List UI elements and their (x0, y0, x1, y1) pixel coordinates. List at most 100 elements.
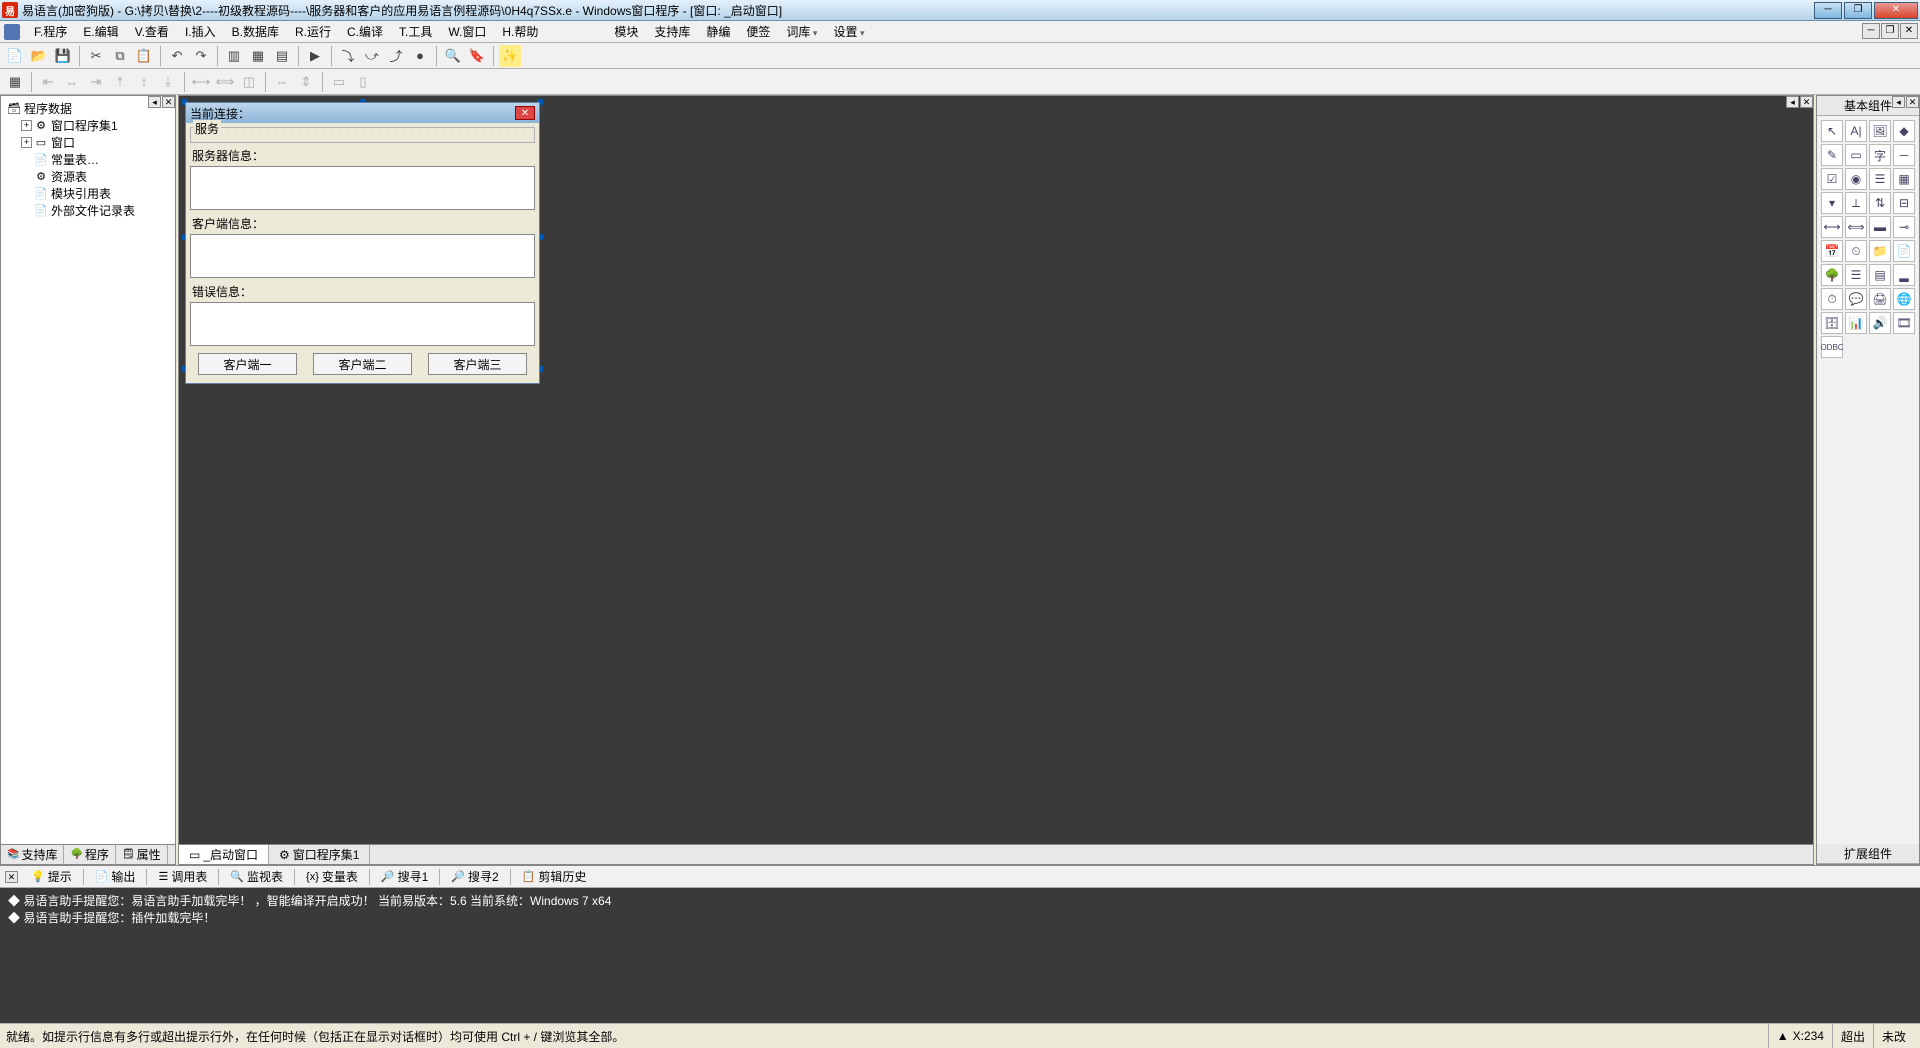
form-close-icon[interactable]: ✕ (515, 106, 535, 120)
breakpoint-icon[interactable]: ● (409, 45, 431, 67)
client3-button[interactable]: 客户端三 (428, 353, 527, 375)
layout3-icon[interactable]: ▤ (271, 45, 293, 67)
tab-properties[interactable]: 🗒属性 (116, 845, 168, 864)
panel-comp-icon[interactable]: ▭ (1845, 144, 1867, 166)
client1-button[interactable]: 客户端一 (198, 353, 297, 375)
cut-icon[interactable]: ✂ (85, 45, 107, 67)
combo-comp-icon[interactable]: ▾ (1821, 192, 1843, 214)
tab-hint[interactable]: 💡提示 (24, 865, 79, 888)
track-comp-icon[interactable]: ⊸ (1893, 216, 1915, 238)
file-comp-icon[interactable]: 📄 (1893, 240, 1915, 262)
find-icon[interactable]: 🔍 (442, 45, 464, 67)
pointer-icon[interactable]: ↖ (1821, 120, 1843, 142)
mdi-close-button[interactable]: ✕ (1900, 23, 1918, 39)
panel-float-icon[interactable]: ◂ (148, 96, 161, 108)
hspace-icon[interactable]: ⇔ (271, 71, 293, 93)
form-designer-canvas[interactable]: ◂ ✕ 当前连接： ✕ 服务 服务器信息： (178, 95, 1814, 845)
tab-cliphistory[interactable]: 📋剪辑历史 (515, 865, 594, 888)
tab-output[interactable]: 📄输出 (88, 865, 143, 888)
menu-dict[interactable]: 词库 (778, 21, 825, 42)
tab-vars[interactable]: {x}变量表 (299, 865, 365, 888)
status-comp-icon[interactable]: ▂ (1893, 264, 1915, 286)
maximize-button[interactable]: ❐ (1844, 2, 1872, 19)
bookmark-icon[interactable]: 🔖 (466, 45, 488, 67)
db-comp-icon[interactable]: 🗄 (1821, 312, 1843, 334)
tree-item[interactable]: 📄模块引用表 (3, 185, 173, 202)
mdi-minimize-button[interactable]: ─ (1862, 23, 1880, 39)
toolbar-comp-icon[interactable]: ▤ (1869, 264, 1891, 286)
form-title-bar[interactable]: 当前连接： ✕ (186, 103, 539, 123)
expand-icon[interactable]: + (21, 137, 32, 148)
sound-comp-icon[interactable]: 🔊 (1869, 312, 1891, 334)
center-h-icon[interactable]: ▭ (328, 71, 350, 93)
date-comp-icon[interactable]: 📅 (1821, 240, 1843, 262)
server-info-textbox[interactable] (190, 166, 535, 210)
print-comp-icon[interactable]: 🖨 (1869, 288, 1891, 310)
dialog-comp-icon[interactable]: 💬 (1845, 288, 1867, 310)
tree-item[interactable]: 📄外部文件记录表 (3, 202, 173, 219)
tree-comp-icon[interactable]: 🌳 (1821, 264, 1843, 286)
menu-help[interactable]: H.帮助 (494, 21, 546, 42)
slider-comp-icon[interactable]: ⟂ (1845, 192, 1867, 214)
menu-view[interactable]: V.查看 (127, 21, 177, 42)
run-icon[interactable]: ▶ (304, 45, 326, 67)
menu-portable[interactable]: 便签 (738, 21, 778, 42)
undo-icon[interactable]: ↶ (166, 45, 188, 67)
align-bottom-icon[interactable]: ⤓ (157, 71, 179, 93)
align-middle-icon[interactable]: ↕ (133, 71, 155, 93)
align-top-icon[interactable]: ⤒ (109, 71, 131, 93)
menu-insert[interactable]: I.插入 (177, 21, 224, 42)
save-icon[interactable]: 💾 (52, 45, 74, 67)
output-console[interactable]: 易语言助手提醒您：易语言助手加载完毕！ ，智能编译开启成功！ 当前易版本：5.6… (0, 888, 1920, 1023)
redo-icon[interactable]: ↷ (190, 45, 212, 67)
list-comp-icon[interactable]: ☰ (1869, 168, 1891, 190)
menu-comp-icon[interactable]: ☰ (1845, 264, 1867, 286)
line-comp-icon[interactable]: ─ (1893, 144, 1915, 166)
layout1-icon[interactable]: ▥ (223, 45, 245, 67)
tab-search2[interactable]: 🔎搜寻2 (444, 865, 505, 888)
odbc-comp-icon[interactable]: ODBC (1821, 336, 1843, 358)
tree-item[interactable]: +▭窗口 (3, 134, 173, 151)
open-icon[interactable]: 📂 (28, 45, 50, 67)
palette-ext-header[interactable]: 扩展组件 (1817, 844, 1919, 864)
same-width-icon[interactable]: ⟷ (190, 71, 212, 93)
align-left-icon[interactable]: ⇤ (37, 71, 59, 93)
video-comp-icon[interactable]: 🎞 (1893, 312, 1915, 334)
tab-watch[interactable]: 🔍监视表 (223, 865, 290, 888)
menu-edit[interactable]: E.编辑 (75, 21, 126, 42)
highlight-icon[interactable]: ✨ (499, 45, 521, 67)
client2-button[interactable]: 客户端二 (313, 353, 412, 375)
text-comp-icon[interactable]: 字 (1869, 144, 1891, 166)
copy-icon[interactable]: ⧉ (109, 45, 131, 67)
project-tree[interactable]: 🗃 程序数据 +⚙窗口程序集1 +▭窗口 📄常量表… ⚙资源表 📄模块引用表 📄… (1, 96, 175, 223)
chart-comp-icon[interactable]: 📊 (1845, 312, 1867, 334)
paste-icon[interactable]: 📋 (133, 45, 155, 67)
radio-comp-icon[interactable]: ◉ (1845, 168, 1867, 190)
mdi-restore-button[interactable]: ❐ (1881, 23, 1899, 39)
menu-run[interactable]: R.运行 (287, 21, 339, 42)
menu-support[interactable]: 支持库 (646, 21, 698, 42)
panel-close-icon[interactable]: ✕ (1906, 96, 1919, 108)
layout2-icon[interactable]: ▦ (247, 45, 269, 67)
vscroll-comp-icon[interactable]: ⟺ (1845, 216, 1867, 238)
align-center-h-icon[interactable]: ↔ (61, 71, 83, 93)
tab-window-set[interactable]: ⚙窗口程序集1 (269, 845, 370, 864)
service-group[interactable]: 服务 (190, 127, 535, 143)
spin-comp-icon[interactable]: ⇅ (1869, 192, 1891, 214)
step-out-icon[interactable]: ⤴ (385, 45, 407, 67)
tab-callstack[interactable]: ☰调用表 (151, 865, 214, 888)
timer-comp-icon[interactable]: ⏱ (1821, 288, 1843, 310)
tree-item[interactable]: +⚙窗口程序集1 (3, 117, 173, 134)
client-info-textbox[interactable] (190, 234, 535, 278)
menu-db[interactable]: B.数据库 (224, 21, 287, 42)
grid-icon[interactable]: ▦ (4, 71, 26, 93)
check-comp-icon[interactable]: ☑ (1821, 168, 1843, 190)
panel-close-icon[interactable]: ✕ (5, 871, 18, 883)
vspace-icon[interactable]: ⇕ (295, 71, 317, 93)
design-form[interactable]: 当前连接： ✕ 服务 服务器信息： 客户端信息： 错误信息： 客户端一 客户端二 (185, 102, 540, 384)
menu-setting[interactable]: 设置 (825, 21, 872, 42)
step-over-icon[interactable]: ⤻ (361, 45, 383, 67)
panel-close-icon[interactable]: ✕ (162, 96, 175, 108)
panel-close-icon[interactable]: ✕ (1800, 96, 1813, 108)
tab-comp-icon[interactable]: ⊟ (1893, 192, 1915, 214)
